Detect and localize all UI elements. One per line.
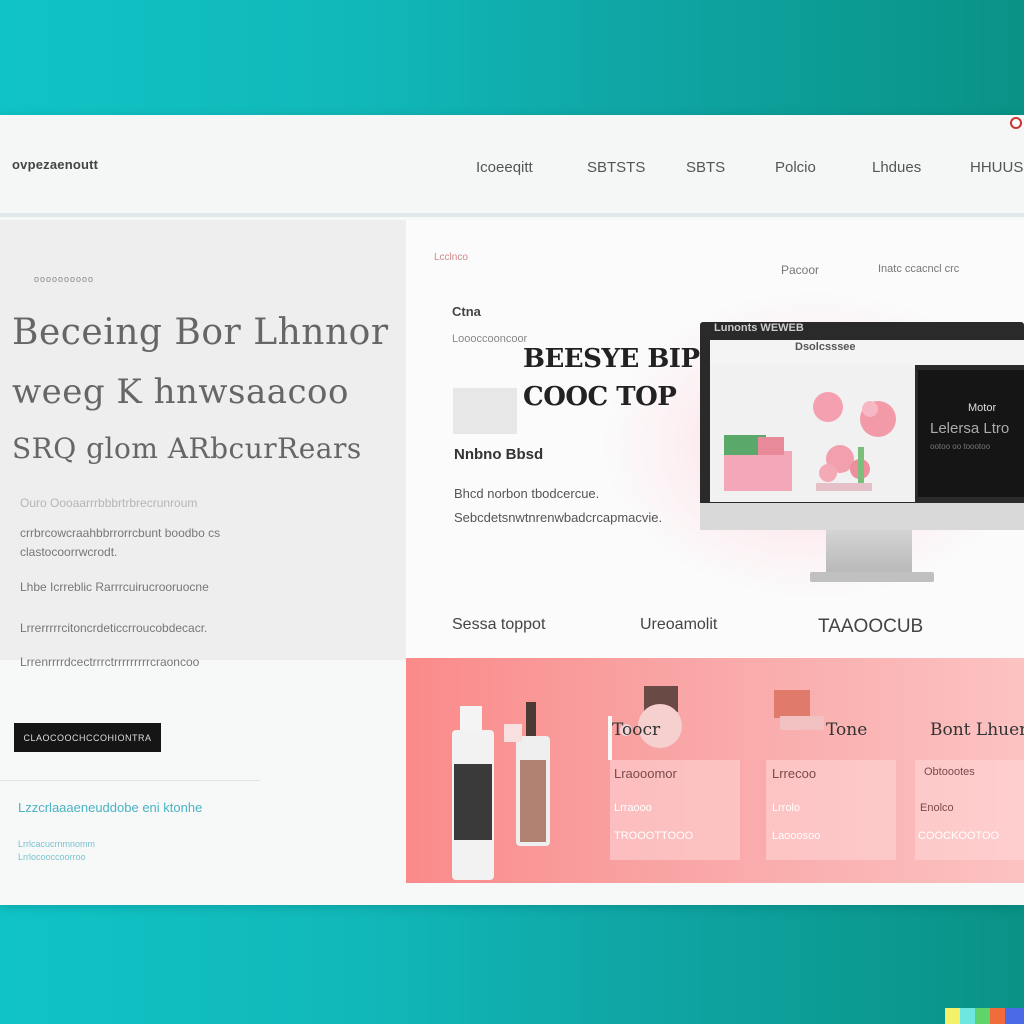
color-swatch-yellow: [945, 1008, 960, 1024]
product-card-3-line-1: Obtoootes: [924, 766, 975, 778]
section-divider: [0, 780, 260, 781]
product-card-3-line-2: Enolco: [920, 802, 954, 814]
monitor-bezel: [700, 503, 1024, 530]
feature-link-2[interactable]: Ureoamolit: [640, 616, 717, 634]
notification-dot-icon[interactable]: [1010, 117, 1022, 129]
product-card-2-title: Tone: [826, 720, 868, 740]
monitor-stand: [826, 530, 912, 574]
nav-item-4[interactable]: Polcio: [775, 159, 816, 176]
hero-paragraph-1: Ouro Oooaarrrbbbrtrbrecrunroum: [20, 496, 198, 510]
product-card-2-line-2: Lrrolo: [772, 802, 801, 814]
nav-item-6[interactable]: HHUUS: [970, 159, 1023, 176]
right-label-1[interactable]: Pacoor: [781, 263, 819, 277]
feature-title-2: COOC TOP: [523, 382, 677, 412]
hero-title-line-2: weeg K hnwsaacoo: [12, 372, 349, 412]
screen-main: [710, 365, 915, 502]
screen-dark-title: Motor: [968, 402, 997, 414]
product-card-1-line-3: TROOOTTOOO: [614, 830, 694, 842]
nav-item-1[interactable]: Icoeeqitt: [476, 159, 533, 176]
nav-item-3[interactable]: SBTS: [686, 159, 725, 176]
feature-link-3[interactable]: TAAOOCUB: [818, 616, 923, 638]
product-bottles-image: [452, 702, 550, 880]
hero-paragraph-3: Lhbe Icrreblic Rarrrcuirucrooruocne: [20, 580, 209, 594]
feature-subheading: Loooccooncoor: [452, 333, 528, 345]
product-card-2-line-1: Lrrecoo: [772, 766, 817, 781]
main-nav: Icoeeqitt SBTSTS SBTS Polcio Lhdues HHUU…: [0, 159, 1024, 179]
hero-paragraph-2b: clastocoorrwcrodt.: [20, 545, 118, 559]
product-card-3-line-3: COOCKOOTOO: [918, 830, 1000, 842]
primary-cta-button[interactable]: CLAOCOOCHCCOHIONTRA: [14, 723, 161, 752]
color-swatch-orange: [990, 1008, 1005, 1024]
screen-dark-caption: ootoo oo toootoo: [930, 442, 991, 451]
monitor-foot: [810, 572, 934, 582]
image-placeholder: [453, 388, 517, 434]
feature-body-1: Bhcd norbon tbodcercue.: [454, 486, 600, 501]
hero-paragraph-2a: crrbrcowcraahbbrrorrcbunt boodbo cs: [20, 526, 221, 540]
screen-header: [710, 340, 1024, 365]
feature-title-1: BEESYE BIP: [523, 344, 700, 374]
hero-title-line-3: SRQ glom ARbcurRears: [12, 432, 362, 465]
product-card-1-line-2: Lrraooo: [614, 802, 652, 814]
feature-body-2: Sebcdetsnwtnrenwbadcrcapmacvie.: [454, 510, 663, 525]
screen-dark-heading: Lelersa Ltro: [930, 420, 1010, 437]
right-label-2[interactable]: Inatc ccacncl crc: [878, 263, 959, 275]
feature-heading: Ctna: [452, 304, 481, 319]
color-swatch-blue: [1005, 1008, 1024, 1024]
nav-item-5[interactable]: Lhdues: [872, 159, 921, 176]
teal-sublink-1[interactable]: Lrrlcacucrnmnomm: [18, 839, 95, 849]
screen-header-text: Dsolcsssee: [795, 341, 856, 353]
feature-link-1[interactable]: Sessa toppot: [452, 616, 545, 634]
product-card-1-title: Toocr: [612, 720, 661, 740]
nav-item-2[interactable]: SBTSTS: [587, 159, 645, 176]
hero-eyebrow: oooooooooo: [34, 274, 95, 284]
section-label: Lcclnco: [434, 252, 468, 263]
product-card-2-line-3: Laooosoo: [772, 830, 821, 842]
product-card-3-title: Bont Lhuer: [930, 720, 1024, 740]
color-swatch-green: [975, 1008, 990, 1024]
color-swatch-cyan: [960, 1008, 975, 1024]
monitor-topbar: Lunonts WEWEB: [714, 322, 804, 334]
product-card-1-line-1: Lraooomor: [614, 766, 677, 781]
flower-illustration: [724, 392, 896, 491]
feature-caption: Nnbno Bbsd: [454, 446, 544, 463]
hero-paragraph-4a: Lrrerrrrrcitoncrdeticcrroucobdecacr.: [20, 621, 208, 635]
top-navigation-bar: ovpezaenoutt Icoeeqitt SBTSTS SBTS Polci…: [0, 115, 1024, 217]
hero-paragraph-4b: Lrrenrrrrdcectrrrctrrrrrrrrrcraoncoo: [20, 655, 200, 669]
hero-title-line-1: Beceing Bor Lhnnor: [12, 312, 389, 353]
teal-sublink-2[interactable]: Lrrlocooccoorroo: [18, 852, 86, 862]
teal-link[interactable]: Lzzcrlaaaeneuddobe eni ktonhe: [18, 800, 202, 815]
